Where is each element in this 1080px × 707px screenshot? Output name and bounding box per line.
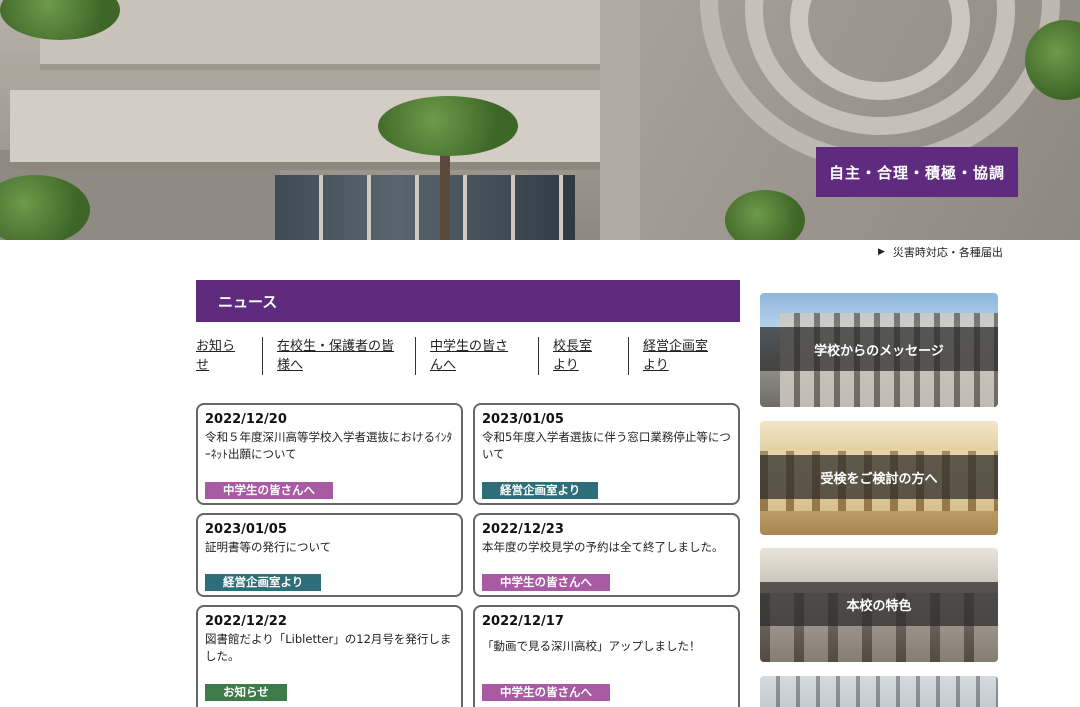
building-roof — [40, 0, 600, 70]
news-heading: ニュース — [196, 280, 740, 322]
hero-image: 自主・合理・積極・協調 — [0, 0, 1080, 240]
news-category-tag: 中学生の皆さんへ — [482, 684, 610, 701]
news-date: 2022/12/20 — [205, 412, 287, 427]
news-card[interactable]: 2023/01/05 令和5年度入学者選抜に伴う窓口業務停止等について 経営企画… — [473, 403, 740, 505]
tab-admin-office[interactable]: 経営企画室より — [628, 337, 710, 375]
news-card[interactable]: 2023/01/05 証明書等の発行について 経営企画室より — [196, 513, 463, 597]
news-date: 2022/12/17 — [482, 614, 564, 629]
tab-junior-high[interactable]: 中学生の皆さんへ — [415, 337, 515, 375]
emergency-link[interactable]: ▶ 災害時対応・各種届出 — [878, 244, 1003, 260]
news-date: 2022/12/22 — [205, 614, 287, 629]
news-card[interactable]: 2022/12/22 図書館だより「Libletter」の12月号を発行しました… — [196, 605, 463, 707]
news-card[interactable]: 2022/12/23 本年度の学校見学の予約は全て終了しました。 中学生の皆さん… — [473, 513, 740, 597]
news-category-tag: 中学生の皆さんへ — [205, 482, 333, 499]
news-title: 令和5年度入学者選抜に伴う窓口業務停止等について — [482, 430, 731, 461]
tab-principal[interactable]: 校長室より — [538, 337, 596, 375]
news-date: 2022/12/23 — [482, 522, 564, 537]
banner-partial[interactable] — [760, 676, 998, 707]
tree — [378, 96, 518, 156]
emergency-link-label: 災害時対応・各種届出 — [892, 246, 1003, 259]
news-category-tag: お知らせ — [205, 684, 287, 701]
building-entrance — [275, 175, 575, 240]
news-category-tag: 経営企画室より — [205, 574, 322, 591]
school-motto: 自主・合理・積極・協調 — [816, 147, 1018, 197]
news-category-tag: 中学生の皆さんへ — [482, 574, 610, 591]
news-date: 2023/01/05 — [205, 522, 287, 537]
news-card[interactable]: 2022/12/17 「動画で見る深川高校」アップしました！ 中学生の皆さんへ — [473, 605, 740, 707]
tree-trunk — [440, 150, 450, 240]
triangle-right-icon: ▶ — [878, 247, 885, 257]
news-category-tabs: お知らせ 在校生・保護者の皆様へ 中学生の皆さんへ 校長室より 経営企画室より — [196, 337, 740, 377]
banner-label: 学校からのメッセージ — [760, 327, 998, 371]
tab-students-parents[interactable]: 在校生・保護者の皆様へ — [262, 337, 398, 375]
tab-notices[interactable]: お知らせ — [196, 337, 242, 375]
news-title: 証明書等の発行について — [205, 540, 332, 554]
news-card[interactable]: 2022/12/20 令和５年度深川高等学校入学者選抜におけるｲﾝﾀｰﾈｯﾄ出願… — [196, 403, 463, 505]
news-category-tag: 経営企画室より — [482, 482, 599, 499]
banner-label: 本校の特色 — [760, 582, 998, 626]
news-title: 図書館だより「Libletter」の12月号を発行しました。 — [205, 632, 452, 663]
banner-school-features[interactable]: 本校の特色 — [760, 548, 998, 662]
banner-label: 受検をご検討の方へ — [760, 455, 998, 499]
building-facade — [10, 90, 630, 170]
building-pillar — [600, 0, 640, 240]
news-date: 2023/01/05 — [482, 412, 564, 427]
banner-school-message[interactable]: 学校からのメッセージ — [760, 293, 998, 407]
news-title: 本年度の学校見学の予約は全て終了しました。 — [482, 540, 724, 554]
news-title: 令和５年度深川高等学校入学者選抜におけるｲﾝﾀｰﾈｯﾄ出願について — [205, 430, 453, 461]
news-title: 「動画で見る深川高校」アップしました！ — [482, 639, 701, 653]
banner-prospective-applicants[interactable]: 受検をご検討の方へ — [760, 421, 998, 535]
